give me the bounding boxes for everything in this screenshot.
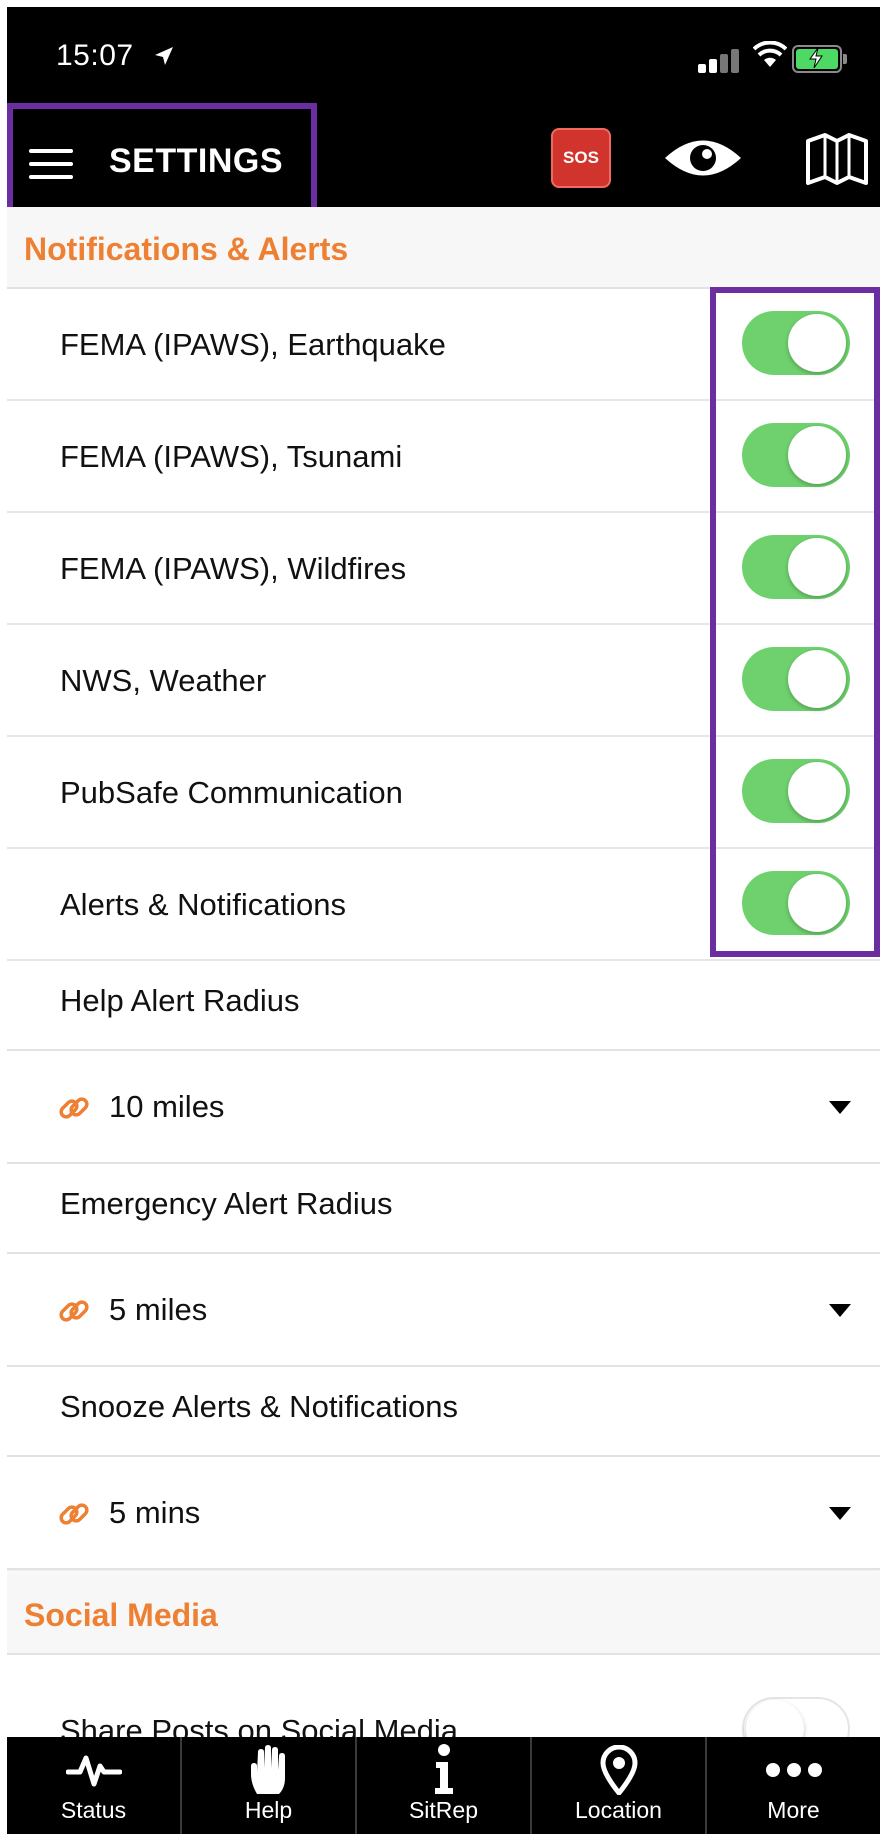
toggle-label: Alerts & Notifications <box>60 887 346 922</box>
app-screen: 15:07 SETTINGS SOS Notifications & Alert… <box>7 7 880 1834</box>
hand-icon <box>250 1745 285 1794</box>
snooze-label-row: Snooze Alerts & Notifications <box>7 1367 880 1455</box>
tab-label: SitRep <box>408 1797 479 1823</box>
tab-label: More <box>767 1797 820 1823</box>
more-dots-icon <box>765 1763 822 1777</box>
page-title: SETTINGS <box>109 142 284 180</box>
toggle-label: PubSafe Communication <box>60 775 403 810</box>
help-radius-label: Help Alert Radius <box>60 983 300 1018</box>
section-title: Social Media <box>24 1597 218 1633</box>
chevron-down-icon <box>829 1101 851 1114</box>
wifi-icon <box>753 41 787 67</box>
tab-location[interactable]: Location <box>530 1737 705 1834</box>
info-icon <box>434 1744 453 1794</box>
tab-more[interactable]: More <box>705 1737 880 1834</box>
tab-label: Location <box>575 1797 662 1823</box>
snooze-label: Snooze Alerts & Notifications <box>60 1389 459 1424</box>
tab-label: Help <box>244 1797 293 1823</box>
tab-sitrep[interactable]: SitRep <box>355 1737 530 1834</box>
map-icon[interactable] <box>805 133 869 185</box>
top-nav-bar: SETTINGS SOS <box>7 103 880 221</box>
section-header-notifications: Notifications & Alerts <box>7 207 880 289</box>
sos-button[interactable]: SOS <box>551 128 611 188</box>
link-icon <box>59 1300 89 1322</box>
link-icon <box>59 1503 89 1525</box>
toggle-label: FEMA (IPAWS), Wildfires <box>60 551 407 586</box>
status-time: 15:07 <box>56 39 134 72</box>
bottom-tab-bar: Status Help SitRep Location More <box>7 1737 880 1834</box>
cellular-signal-icon <box>698 49 742 73</box>
status-bar: 15:07 <box>7 7 880 103</box>
tab-label: Status <box>60 1797 127 1823</box>
link-icon <box>59 1097 89 1119</box>
eye-icon[interactable] <box>663 133 743 183</box>
location-arrow-icon <box>155 47 173 65</box>
chevron-down-icon <box>829 1507 851 1520</box>
battery-icon <box>792 45 847 73</box>
chevron-down-icon <box>829 1304 851 1317</box>
tab-help[interactable]: Help <box>180 1737 355 1834</box>
emergency-radius-dropdown[interactable]: 5 miles <box>7 1252 880 1367</box>
nav-left-highlight: SETTINGS <box>7 103 317 221</box>
section-header-social: Social Media <box>7 1573 880 1655</box>
section-title: Notifications & Alerts <box>24 231 349 267</box>
hamburger-menu-icon[interactable] <box>29 149 73 179</box>
toggle-label: NWS, Weather <box>60 663 267 698</box>
help-radius-value: 10 miles <box>109 1089 225 1124</box>
toggles-highlight-box <box>710 287 880 957</box>
tab-status[interactable]: Status <box>7 1737 180 1834</box>
pulse-icon <box>65 1755 122 1787</box>
location-pin-icon <box>599 1745 638 1795</box>
emergency-radius-label-row: Emergency Alert Radius <box>7 1164 880 1252</box>
help-radius-label-row: Help Alert Radius <box>7 961 880 1049</box>
snooze-value: 5 mins <box>109 1495 201 1530</box>
emergency-radius-label: Emergency Alert Radius <box>60 1186 393 1221</box>
toggle-label: FEMA (IPAWS), Earthquake <box>60 327 446 362</box>
help-radius-dropdown[interactable]: 10 miles <box>7 1049 880 1164</box>
emergency-radius-value: 5 miles <box>109 1292 208 1327</box>
toggle-label: FEMA (IPAWS), Tsunami <box>60 439 403 474</box>
snooze-dropdown[interactable]: 5 mins <box>7 1455 880 1570</box>
